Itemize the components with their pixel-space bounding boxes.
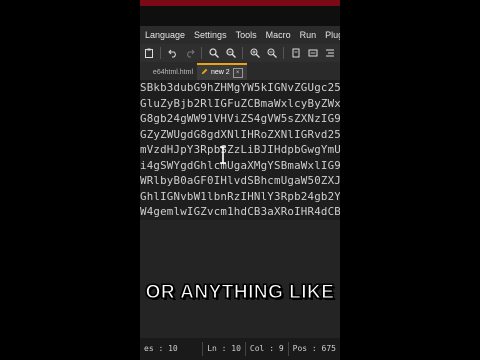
tab-label: new 2 xyxy=(211,69,230,76)
toolbar-separator xyxy=(242,47,243,59)
close-icon[interactable]: × xyxy=(232,67,243,78)
redo-icon[interactable] xyxy=(184,48,195,59)
lower-panel xyxy=(140,220,340,338)
title-bar xyxy=(140,6,340,26)
code-line: GZyZWUgdG8gdXNlIHRoZXNlIGRvd25s xyxy=(140,127,340,141)
toolbar-separator xyxy=(283,47,284,59)
text-cursor-icon xyxy=(220,146,226,164)
status-column: Col : 9 xyxy=(246,342,289,356)
menu-run[interactable]: Run xyxy=(300,30,317,40)
code-line: SBkb3dubG9hZHMgYW5kIGNvZGUgc25p xyxy=(140,81,340,94)
menu-language[interactable]: Language xyxy=(145,30,185,40)
code-line: G8gb24gWW91VHViZS4gVW5sZXNzIG9 xyxy=(140,112,340,125)
pencil-icon xyxy=(201,68,208,77)
zoom-out-icon[interactable] xyxy=(266,48,277,59)
code-line: GluZyBjb2RlIGFuZCBmaWxlcyByZWxh xyxy=(140,96,340,110)
video-caption: OR ANYTHING LIKE xyxy=(145,282,335,304)
toolbar xyxy=(140,44,340,62)
sync-icon[interactable] xyxy=(290,48,301,59)
editor-window: Language Settings Tools Macro Run Plug xyxy=(140,0,340,360)
paste-icon[interactable] xyxy=(143,48,154,59)
menu-tools[interactable]: Tools xyxy=(236,30,257,40)
indent-icon[interactable] xyxy=(324,48,335,59)
code-line: mVzdHJpY3RpbSZzLiBJIHdpbGwgYmUg xyxy=(140,143,340,156)
tab-label: e64html.html xyxy=(152,69,193,76)
status-bar: es : 10 Ln : 10 Col : 9 Pos : 675 xyxy=(140,338,340,360)
tab-bar: e64html.html new 2 × xyxy=(140,62,340,80)
find-replace-icon[interactable] xyxy=(225,48,236,59)
text-editor[interactable]: SBkb3dubG9hZHMgYW5kIGNvZGUgc25p GluZyBjb… xyxy=(140,80,340,220)
menu-settings[interactable]: Settings xyxy=(194,30,227,40)
code-line: W4gemlwIGZvcm1hdCB3aXRoIHR4dCBm xyxy=(140,205,340,218)
toolbar-separator xyxy=(160,47,161,59)
menu-bar: Language Settings Tools Macro Run Plug xyxy=(140,26,340,44)
zoom-in-icon[interactable] xyxy=(249,48,260,59)
menu-macro[interactable]: Macro xyxy=(266,30,291,40)
toolbar-separator xyxy=(201,47,202,59)
code-line: i4gSWYgdGhlcmUgaXMgYSBmaWxlIG9y xyxy=(140,158,340,172)
undo-icon[interactable] xyxy=(167,48,178,59)
tab-e64html[interactable]: e64html.html xyxy=(140,65,197,80)
status-position: Pos : 675 xyxy=(292,344,336,353)
menu-plugins[interactable]: Plug xyxy=(325,30,340,40)
wrap-icon[interactable] xyxy=(307,48,318,59)
find-icon[interactable] xyxy=(208,48,219,59)
tab-new-2[interactable]: new 2 × xyxy=(197,63,247,80)
code-line: GhlIGNvbW1lbnRzIHNlY3Rpb24gb2Yg xyxy=(140,189,340,203)
status-lines: es : 10 xyxy=(140,342,204,356)
code-line: WRlbyB0aGF0IHlvdSBhcmUgaW50ZXJ xyxy=(140,174,340,187)
status-line-number: Ln : 10 xyxy=(203,342,246,356)
